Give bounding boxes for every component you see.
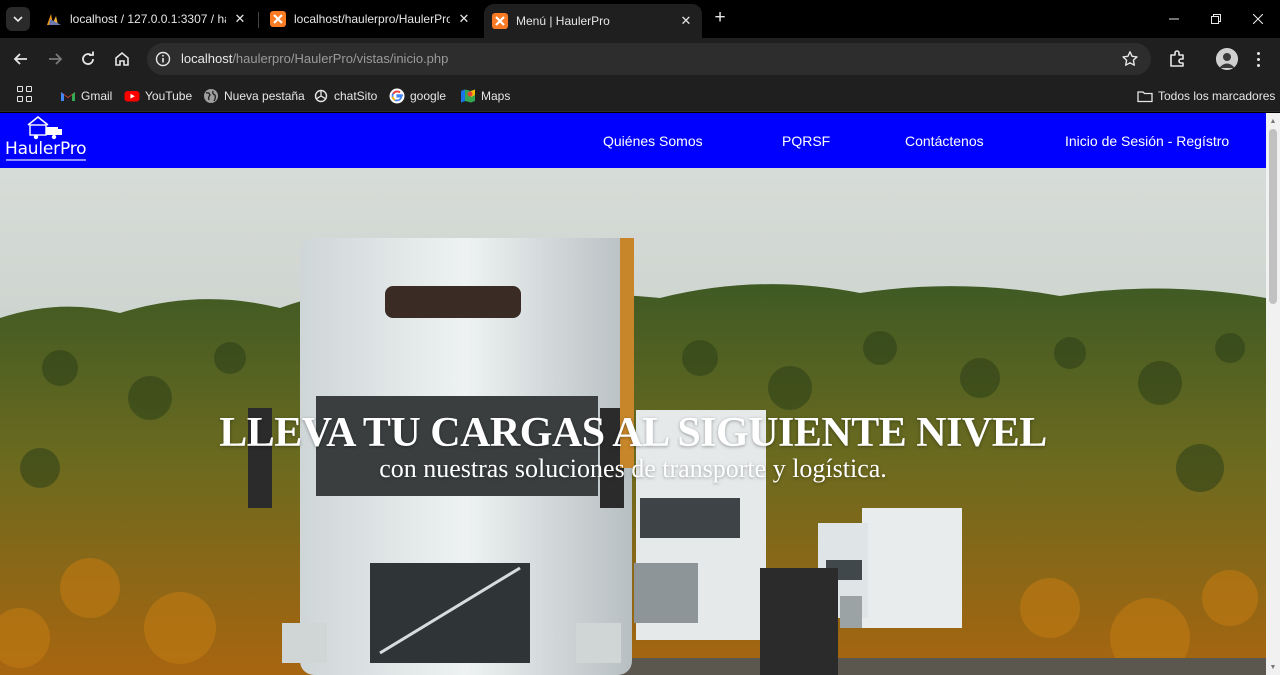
restore-icon [1211,14,1221,24]
page-viewport: HaulerPro Quiénes Somos PQRSF Contácteno… [0,113,1280,675]
bookmark-label: Maps [481,89,511,103]
url-host: localhost [181,51,233,66]
arrow-left-icon [13,53,27,65]
bookmark-youtube[interactable]: YouTube [124,87,192,105]
bookmark-star-icon[interactable] [1121,50,1139,68]
minimize-button[interactable] [1163,8,1185,30]
site-navbar: HaulerPro Quiénes Somos PQRSF Contácteno… [0,113,1266,168]
bookmark-label: google [410,89,447,103]
arrow-right-icon [49,53,63,65]
back-button[interactable] [9,47,33,71]
tab-title: localhost / 127.0.0.1:3307 / hau [70,12,226,26]
address-bar[interactable]: localhost/haulerpro/HaulerPro/vistas/ini… [147,43,1151,75]
openai-icon [314,89,328,103]
brand-tagline-line [6,159,86,161]
profile-avatar[interactable] [1216,48,1238,70]
maps-icon [461,89,475,103]
reload-button[interactable] [76,47,100,71]
bookmark-label: chatSito [334,89,378,103]
all-bookmarks-label: Todos los marcadores [1158,89,1276,103]
tab-search-button[interactable] [6,7,30,31]
forward-button[interactable] [43,47,67,71]
xampp-icon [492,13,508,29]
scrollbar-thumb[interactable] [1269,129,1277,304]
tab-menu-haulerpro[interactable]: Menú | HaulerPro ✕ [484,4,702,38]
tab-phpmyadmin[interactable]: localhost / 127.0.0.1:3307 / hau ✕ [38,6,256,32]
bookmark-label: YouTube [145,89,193,103]
reload-icon [82,51,94,65]
hero-title: LLEVA TU CARGAS AL SIGUIENTE NIVEL [219,410,1047,456]
xampp-icon [270,11,286,27]
minimize-icon [1169,18,1179,20]
hero-banner: LLEVA TU CARGAS AL SIGUIENTE NIVEL con n… [0,168,1266,675]
page-scrollbar[interactable]: ▲ ▼ [1266,113,1280,675]
info-icon[interactable] [155,51,171,67]
tab-separator [258,12,259,28]
bookmark-maps[interactable]: Maps [460,87,510,105]
tab-title: localhost/haulerpro/HaulerPro/ [294,12,450,26]
google-icon [389,88,405,104]
home-button[interactable] [110,47,134,71]
url-text[interactable]: localhost/haulerpro/HaulerPro/vistas/ini… [181,51,448,66]
nav-login-registro[interactable]: Inicio de Sesión - Regístro [1065,133,1229,149]
avatar-icon [1216,48,1238,70]
gmail-icon [61,92,75,101]
tab-strip: localhost / 127.0.0.1:3307 / hau ✕ local… [0,0,1280,38]
close-window-button[interactable] [1247,8,1269,30]
close-tab-icon[interactable]: ✕ [678,13,694,29]
bookmark-google[interactable]: google [389,87,446,105]
bookmark-chatsito[interactable]: chatSito [313,87,377,105]
url-path: /haulerpro/HaulerPro/vistas/inicio.php [232,51,449,66]
bookmark-nueva-pestana[interactable]: Nueva pestaña [203,87,305,105]
tab-haulerpro[interactable]: localhost/haulerpro/HaulerPro/ ✕ [262,6,480,32]
extensions-icon[interactable] [1167,49,1187,69]
youtube-icon [124,91,140,102]
new-tab-button[interactable]: + [710,8,730,29]
nav-contactenos[interactable]: Contáctenos [905,133,984,149]
globe-icon [204,89,218,103]
bookmark-label: Gmail [81,89,113,103]
bookmark-label: Nueva pestaña [224,89,305,103]
browser-toolbar: localhost/haulerpro/HaulerPro/vistas/ini… [0,38,1280,80]
close-icon [1253,14,1263,24]
nav-quienes-somos[interactable]: Quiénes Somos [603,133,703,149]
tab-title: Menú | HaulerPro [516,14,610,28]
scroll-down-icon[interactable]: ▼ [1266,660,1280,674]
scroll-up-icon[interactable]: ▲ [1266,114,1280,128]
close-tab-icon[interactable]: ✕ [456,11,472,27]
truck-logo-icon [27,115,62,140]
brand-name: HaulerPro [5,139,87,159]
hero-subtitle: con nuestras soluciones de transporte y … [379,454,887,483]
apps-grid-icon[interactable] [17,86,33,102]
bookmarks-bar: Gmail YouTube Nueva pestaña chatSito goo… [0,80,1280,112]
home-icon [115,51,129,66]
haulerpro-logo[interactable]: HaulerPro [4,115,90,165]
folder-icon [1137,91,1153,103]
browser-menu-button[interactable] [1252,48,1264,70]
restore-button[interactable] [1205,8,1227,30]
nav-pqrsf[interactable]: PQRSF [782,133,830,149]
all-bookmarks-button[interactable]: Todos los marcadores [1137,87,1275,105]
close-tab-icon[interactable]: ✕ [232,11,248,27]
bookmark-gmail[interactable]: Gmail [60,87,112,105]
chevron-down-icon [13,16,23,23]
phpmyadmin-icon [47,14,61,25]
